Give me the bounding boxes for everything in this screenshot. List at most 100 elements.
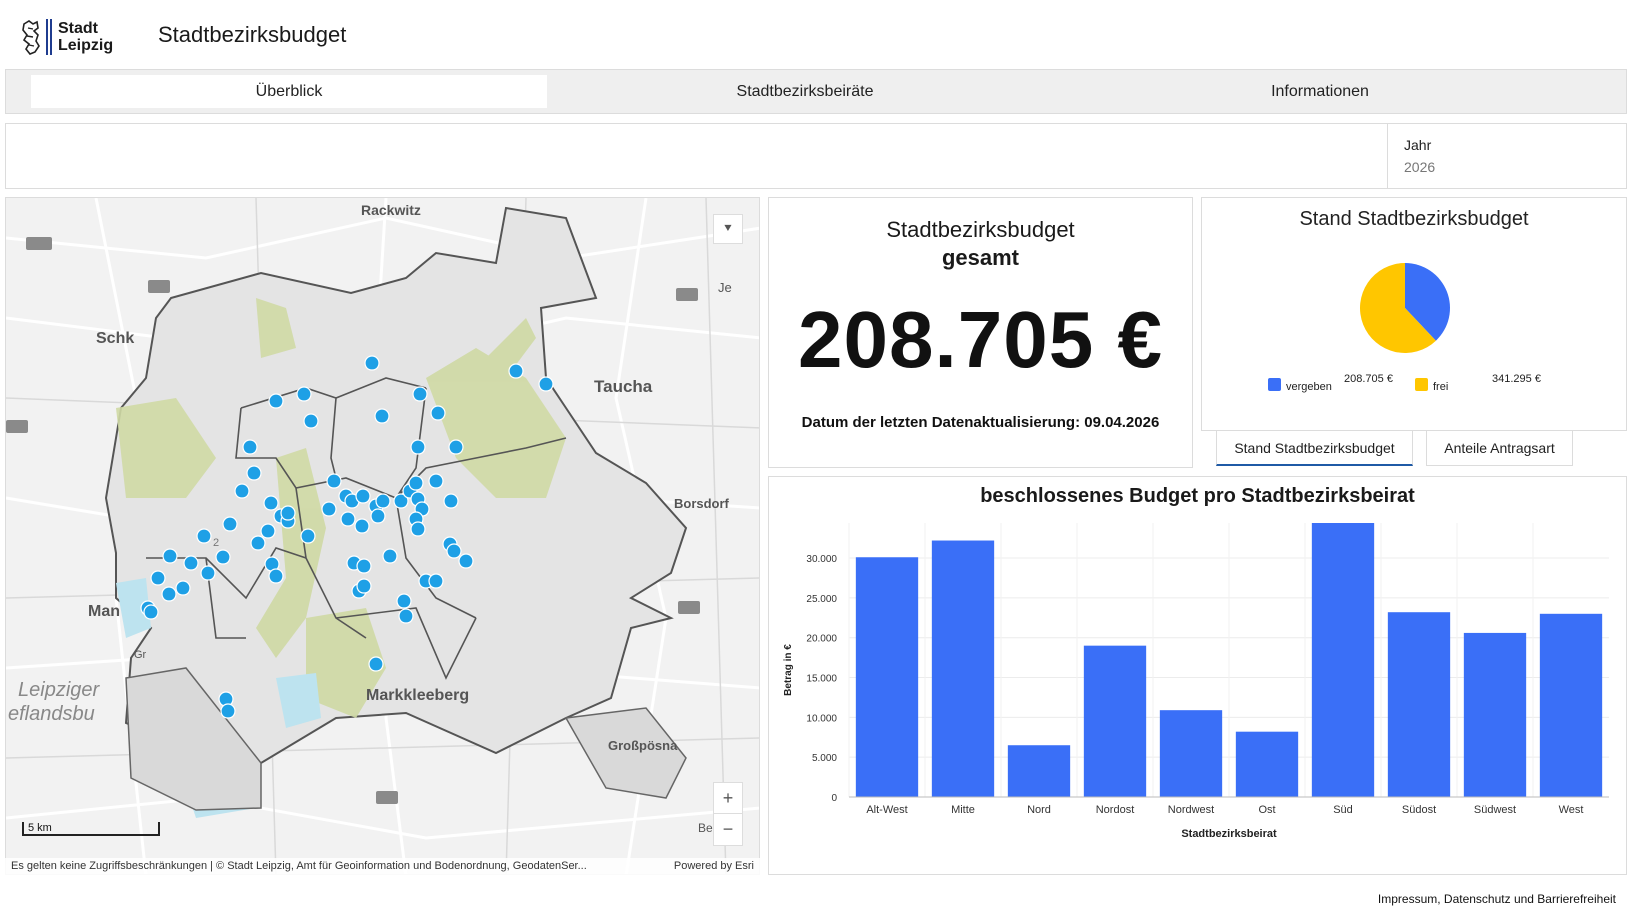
map-marker-icon[interactable] <box>340 511 356 527</box>
lion-crest-icon <box>22 20 40 55</box>
pie-legend-swatch-vergeben <box>1268 378 1281 391</box>
map-marker-icon[interactable] <box>410 439 426 455</box>
map-marker-icon[interactable] <box>508 363 524 379</box>
tab-ueberblick[interactable]: Überblick <box>31 75 547 108</box>
map-marker-icon[interactable] <box>175 580 191 596</box>
map-marker-icon[interactable] <box>428 573 444 589</box>
place-label-grosspoesna: Großpösna <box>608 738 678 753</box>
map-marker-icon[interactable] <box>446 543 462 559</box>
page-title: Stadtbezirksbudget <box>158 22 347 47</box>
map-marker-icon[interactable] <box>458 553 474 569</box>
map-marker-icon[interactable] <box>250 535 266 551</box>
map-marker-icon[interactable] <box>356 558 372 574</box>
stadt-leipzig-logo[interactable]: Stadt Leipzig <box>20 18 113 56</box>
year-filter[interactable]: Jahr 2026 <box>1387 124 1627 188</box>
kpi-update-date: Datum der letzten Datenaktualisierung: 0… <box>801 414 1160 431</box>
map-marker-icon[interactable] <box>200 565 216 581</box>
map-marker-icon[interactable] <box>161 586 177 602</box>
year-filter-value[interactable]: 2026 <box>1404 159 1627 175</box>
logo-line-1: Stadt <box>58 20 98 37</box>
x-axis-label: Stadtbezirksbeirat <box>1181 828 1277 840</box>
place-label-taucha: Taucha <box>594 377 653 396</box>
map-collapse-toggle[interactable]: ⯆ <box>713 214 743 244</box>
map-marker-icon[interactable] <box>215 549 231 565</box>
bar-nordwest[interactable] <box>1159 710 1223 797</box>
x-tick-label: Südwest <box>1474 804 1516 816</box>
main-nav: Überblick Stadtbezirksbeiräte Informatio… <box>5 69 1627 114</box>
map-marker-icon[interactable] <box>326 473 342 489</box>
map-marker-icon[interactable] <box>260 523 276 539</box>
logo-divider <box>46 19 52 55</box>
tab-stadtbezirksbeiraete[interactable]: Stadtbezirksbeiräte <box>547 75 1063 108</box>
powered-by-esri[interactable]: Powered by Esri <box>674 860 754 873</box>
map-marker-icon[interactable] <box>430 405 446 421</box>
map-marker-icon[interactable] <box>408 475 424 491</box>
place-label-leipziger: Leipziger <box>18 679 101 701</box>
map-marker-icon[interactable] <box>398 608 414 624</box>
map-marker-icon[interactable] <box>443 493 459 509</box>
map-marker-icon[interactable] <box>375 493 391 509</box>
map-marker-icon[interactable] <box>246 465 262 481</box>
map-marker-icon[interactable] <box>143 604 159 620</box>
y-tick-label: 15.000 <box>806 674 837 685</box>
map-marker-icon[interactable] <box>183 555 199 571</box>
tab-anteile-antragsart[interactable]: Anteile Antragsart <box>1426 430 1573 466</box>
map-panel[interactable]: Rackwitz Schk Taucha Borsdorf Markkleebe… <box>5 197 760 875</box>
zoom-in-button[interactable]: + <box>714 783 742 814</box>
map-marker-icon[interactable] <box>364 355 380 371</box>
bar-nordost[interactable] <box>1083 645 1147 797</box>
map-marker-icon[interactable] <box>196 528 212 544</box>
map-marker-icon[interactable] <box>300 528 316 544</box>
map-marker-icon[interactable] <box>162 548 178 564</box>
map-marker-icon[interactable] <box>321 501 337 517</box>
map-marker-icon[interactable] <box>263 495 279 511</box>
map-marker-icon[interactable] <box>368 656 384 672</box>
map-marker-icon[interactable] <box>410 521 426 537</box>
map-marker-icon[interactable] <box>356 578 372 594</box>
map-marker-icon[interactable] <box>428 473 444 489</box>
map-marker-icon[interactable] <box>448 439 464 455</box>
map-marker-icon[interactable] <box>354 518 370 534</box>
map-marker-icon[interactable] <box>370 508 386 524</box>
bar-alt-west[interactable] <box>855 557 919 797</box>
bar-west[interactable] <box>1539 613 1603 797</box>
map-marker-icon[interactable] <box>222 516 238 532</box>
footer-legal-link[interactable]: Impressum, Datenschutz und Barrierefreih… <box>1378 892 1616 906</box>
bar-ost[interactable] <box>1235 731 1299 797</box>
map-marker-icon[interactable] <box>355 488 371 504</box>
bar-südwest[interactable] <box>1463 632 1527 797</box>
tab-stand-stadtbezirksbudget[interactable]: Stand Stadtbezirksbudget <box>1216 430 1413 466</box>
bar-süd[interactable] <box>1311 523 1375 797</box>
map-marker-icon[interactable] <box>242 439 258 455</box>
place-label-rackwitz: Rackwitz <box>361 202 421 218</box>
x-tick-label: Nordwest <box>1168 804 1214 816</box>
attribution-text[interactable]: Es gelten keine Zugriffsbeschränkungen |… <box>11 860 587 873</box>
tab-informationen[interactable]: Informationen <box>1062 75 1578 108</box>
map-marker-icon[interactable] <box>396 593 412 609</box>
map-marker-icon[interactable] <box>412 386 428 402</box>
kpi-value: 208.705 € <box>798 295 1163 384</box>
bar-chart[interactable]: 0 5.000 10.000 15.000 20.000 25.000 30.000 Alt-… <box>769 513 1626 873</box>
app-header: Stadt Leipzig Stadtbezirksbudget <box>0 0 1632 68</box>
map-marker-icon[interactable] <box>220 703 236 719</box>
district-map[interactable]: Rackwitz Schk Taucha Borsdorf Markkleebe… <box>6 198 760 875</box>
pie-legend-label-vergeben: vergeben <box>1286 381 1332 393</box>
bar-nord[interactable] <box>1007 745 1071 797</box>
zoom-out-button[interactable]: − <box>714 814 742 845</box>
kpi-panel: Stadtbezirksbudget gesamt 208.705 € Datu… <box>768 197 1193 468</box>
pie-data-label-frei: 341.295 € <box>1492 373 1541 385</box>
map-marker-icon[interactable] <box>303 413 319 429</box>
chevron-double-down-icon: ⯆ <box>722 221 734 236</box>
map-marker-icon[interactable] <box>374 408 390 424</box>
map-marker-icon[interactable] <box>150 570 166 586</box>
map-marker-icon[interactable] <box>268 393 284 409</box>
map-marker-icon[interactable] <box>268 568 284 584</box>
bar-südost[interactable] <box>1387 612 1451 797</box>
map-marker-icon[interactable] <box>234 483 250 499</box>
map-marker-icon[interactable] <box>280 505 296 521</box>
map-marker-icon[interactable] <box>382 548 398 564</box>
map-marker-icon[interactable] <box>296 386 312 402</box>
map-marker-icon[interactable] <box>538 376 554 392</box>
bar-mitte[interactable] <box>931 540 995 797</box>
pie-chart[interactable]: vergeben 208.705 € frei 341.295 € <box>1202 238 1626 428</box>
